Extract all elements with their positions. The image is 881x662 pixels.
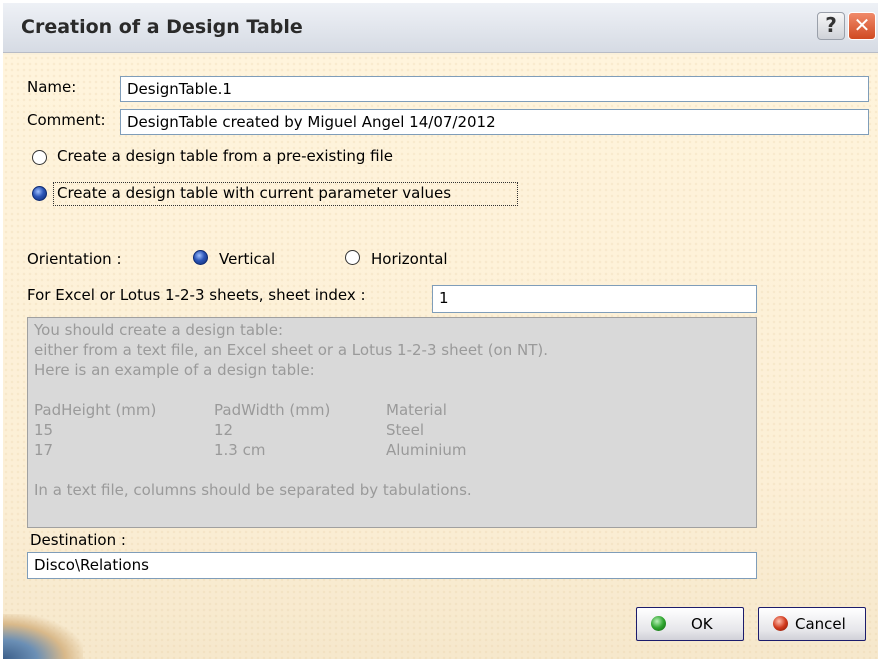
orientation-vertical-label: Vertical [219,250,276,268]
example-table-row: 15 12 Steel [34,420,756,440]
example-cell: 1.3 cm [214,441,266,459]
title-bar[interactable]: Creation of a Design Table ? ✕ [3,3,878,53]
design-table-dialog: Creation of a Design Table ? ✕ Name: Des… [3,3,878,659]
example-table-row: 17 1.3 cm Aluminium [34,440,756,460]
ok-icon [651,616,666,631]
info-line: either from a text file, an Excel sheet … [34,341,549,359]
example-header-cell: Material [386,401,447,419]
example-header-cell: PadWidth (mm) [214,401,331,419]
name-input[interactable]: DesignTable.1 [120,76,869,102]
cancel-icon [773,616,788,631]
example-cell: Steel [386,421,425,439]
info-line: Here is an example of a design table: [34,361,315,379]
example-cell: 12 [214,421,234,439]
window-title: Creation of a Design Table [21,16,303,38]
info-text-area: You should create a design table: either… [27,317,757,528]
destination-input[interactable]: Disco\Relations [27,552,757,579]
orientation-horizontal-label: Horizontal [371,250,448,268]
sheet-index-label: For Excel or Lotus 1-2-3 sheets, sheet i… [27,286,366,304]
source-option-existing-file-label: Create a design table from a pre-existin… [57,147,394,165]
comment-label: Comment: [27,111,106,129]
name-label: Name: [27,78,77,96]
example-cell: Aluminium [386,441,467,459]
help-button[interactable]: ? [817,12,845,40]
destination-label: Destination : [30,531,126,549]
radio-existing-file-icon[interactable] [32,150,47,165]
dialog-body: Name: DesignTable.1 Comment: DesignTable… [3,55,878,659]
close-button[interactable]: ✕ [848,12,876,40]
sheet-index-input[interactable]: 1 [432,285,757,313]
example-cell: 17 [34,441,54,459]
cancel-button[interactable]: Cancel [758,607,866,641]
info-line: You should create a design table: [34,321,284,339]
example-header-cell: PadHeight (mm) [34,401,157,419]
example-table-header: PadHeight (mm) PadWidth (mm) Material [34,400,756,420]
source-option-current-values-label: Create a design table with current param… [57,184,452,202]
orientation-label: Orientation : [27,250,122,268]
radio-current-values-icon[interactable] [32,186,47,201]
example-cell: 15 [34,421,54,439]
ok-button-label: OK [691,615,713,633]
info-footer: In a text file, columns should be separa… [34,481,472,499]
comment-input[interactable]: DesignTable created by Miguel Angel 14/0… [120,109,869,135]
cancel-button-label: Cancel [795,615,846,633]
radio-vertical-icon[interactable] [193,250,208,265]
ok-button[interactable]: OK [636,607,744,641]
radio-horizontal-icon[interactable] [345,250,360,265]
decorative-globe-icon [3,614,83,659]
